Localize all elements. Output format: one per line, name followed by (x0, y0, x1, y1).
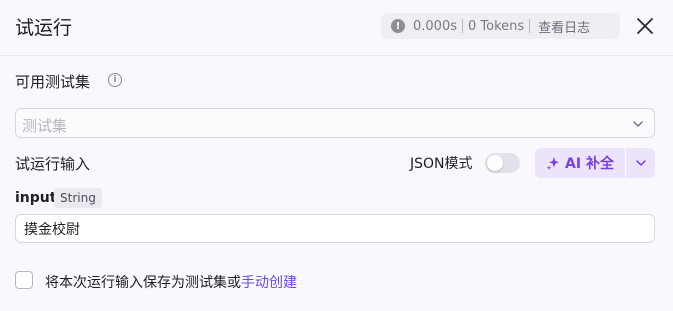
input-value-field[interactable] (15, 214, 655, 243)
close-icon[interactable] (634, 15, 656, 37)
panel-title: 试运行 (15, 17, 73, 39)
ai-complete-label: AI 补全 (565, 156, 614, 172)
stats-divider (462, 19, 463, 33)
save-as-testset-checkbox[interactable] (15, 271, 33, 289)
run-stats-bar: ! 0.000s 0 Tokens 查看日志 (381, 13, 620, 39)
save-as-testset-text: 将本次运行输入保存为测试集或手动创建 (45, 272, 297, 292)
run-input-label: 试运行输入 (15, 155, 91, 173)
sparkle-icon (546, 157, 560, 170)
param-type-badge: String (54, 188, 102, 208)
duration-value: 0.000s (413, 18, 457, 34)
test-set-placeholder: 测试集 (22, 117, 68, 135)
ai-complete-group: AI 补全 (535, 148, 655, 178)
json-mode-toggle[interactable] (485, 153, 520, 173)
exclamation-icon: ! (391, 19, 405, 33)
test-set-label: 可用测试集 (15, 73, 91, 91)
panel-header: 试运行 ! 0.000s 0 Tokens 查看日志 (0, 0, 673, 56)
toggle-knob (487, 155, 503, 171)
save-as-testset-label: 将本次运行输入保存为测试集或 (45, 275, 241, 291)
manual-create-link[interactable]: 手动创建 (241, 275, 297, 291)
tokens-value: 0 Tokens (468, 18, 525, 34)
chevron-down-icon (635, 160, 646, 166)
test-set-select[interactable]: 测试集 (15, 108, 655, 138)
json-mode-label: JSON模式 (410, 156, 473, 172)
test-run-panel: 试运行 ! 0.000s 0 Tokens 查看日志 可用测试集 i 测试集 试… (0, 0, 673, 311)
chevron-down-icon (633, 121, 643, 127)
view-log-button[interactable]: 查看日志 (535, 17, 593, 36)
param-name: input (15, 190, 57, 206)
info-icon[interactable]: i (108, 73, 122, 87)
ai-complete-button[interactable]: AI 补全 (535, 148, 625, 178)
ai-options-dropdown[interactable] (626, 148, 655, 178)
stats-divider (529, 19, 531, 33)
